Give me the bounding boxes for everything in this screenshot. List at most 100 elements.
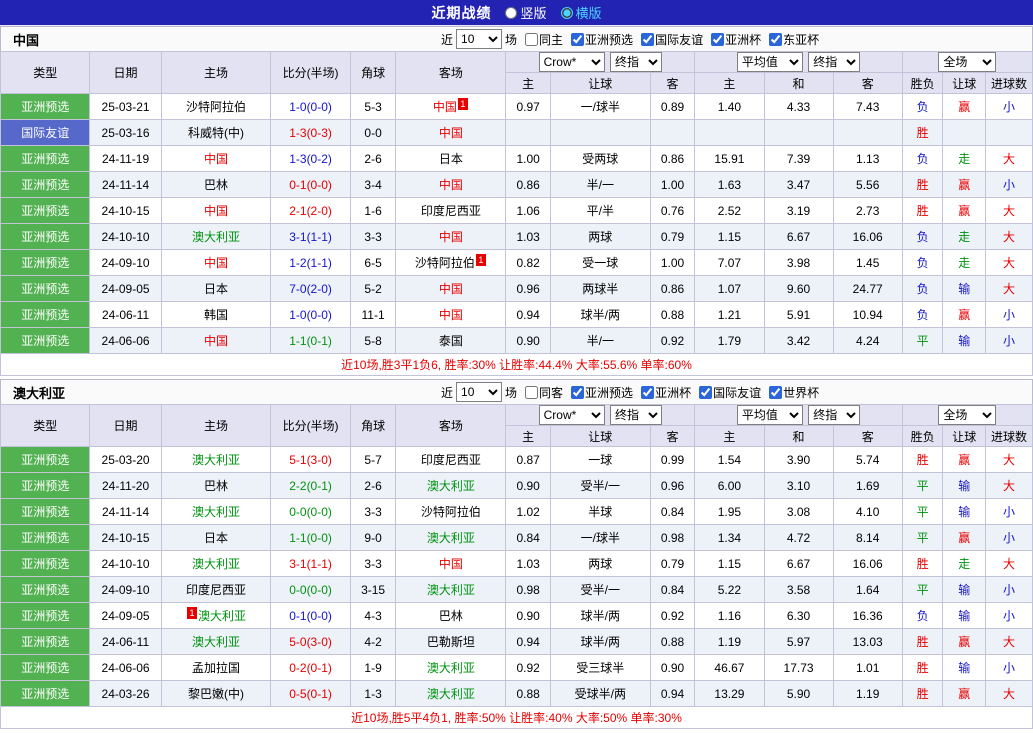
- score-cell: 1-0(0-0): [270, 301, 351, 328]
- team-name: 澳大利亚: [192, 635, 241, 649]
- same-venue-option[interactable]: 同主: [525, 31, 563, 48]
- layout-option-vertical[interactable]: 竖版: [505, 3, 547, 22]
- team-name: 科威特(中): [188, 126, 245, 140]
- avg-home-cell: 1.15: [694, 223, 765, 250]
- avg-type-select[interactable]: 终指: [808, 52, 861, 72]
- league-checkbox[interactable]: [571, 32, 585, 46]
- result-cell: 负: [901, 93, 944, 120]
- match-row: 亚洲预选 24-03-26 黎巴嫩(中) 0-5(0-1) 1-3 澳大利亚 0.88 受球半…: [0, 680, 1033, 707]
- league-checkbox[interactable]: [641, 32, 655, 46]
- same-venue-option[interactable]: 同客: [525, 384, 563, 401]
- avg-home-cell: 1.21: [694, 301, 765, 328]
- layout-radio-vertical[interactable]: [505, 6, 518, 19]
- odds-away-cell: 0.79: [649, 223, 696, 250]
- bookmaker-select[interactable]: Crow*: [538, 405, 605, 425]
- avg-home-cell: 7.07: [694, 249, 765, 276]
- odds-home-cell: 1.06: [505, 197, 551, 224]
- layout-option-vertical-label: 竖版: [520, 6, 547, 21]
- corner-cell: 1-6: [349, 197, 397, 224]
- odds-home-cell: 1.00: [505, 145, 551, 172]
- recent-count-select[interactable]: 10: [456, 382, 503, 402]
- section-header: 澳大利亚 近 10 场 同客 亚洲预选 亚洲杯 国际友谊 世界杯: [0, 379, 1033, 404]
- league-checkbox[interactable]: [641, 385, 655, 399]
- odds-type-select[interactable]: 终指: [609, 405, 662, 425]
- team-name: 澳大利亚: [192, 230, 241, 244]
- sub-header-handicap: 让球: [550, 425, 651, 447]
- results-body: 亚洲预选 25-03-21 沙特阿拉伯 1-0(0-0) 5-3 中国 1 0.97 一/球半 0…: [0, 93, 1033, 354]
- result-cell: 平: [901, 498, 944, 525]
- sub-header-avg-away: 客: [832, 72, 903, 94]
- avg-draw-cell: 17.73: [763, 654, 834, 681]
- avg-away-cell: 2.73: [832, 197, 903, 224]
- odds-home-cell: 1.03: [505, 223, 551, 250]
- team-name-label: 澳大利亚: [13, 385, 66, 401]
- layout-radio-horizontal[interactable]: [560, 6, 573, 19]
- league-option[interactable]: 国际友谊: [699, 384, 761, 401]
- avg-away-cell: 16.06: [832, 550, 903, 577]
- games-label: 场: [505, 385, 518, 400]
- match-type-cell: 亚洲预选: [0, 524, 91, 551]
- sub-header-avg-home: 主: [694, 425, 765, 447]
- date-cell: 24-10-15: [89, 197, 162, 224]
- score-cell: 0-5(0-1): [270, 680, 351, 707]
- odds-away-cell: [649, 119, 696, 146]
- match-row: 亚洲预选 24-06-11 澳大利亚 5-0(3-0) 4-2 巴勒斯坦 0.94 球半/两 0…: [0, 628, 1033, 655]
- corner-cell: 9-0: [349, 524, 397, 551]
- league-option[interactable]: 国际友谊: [641, 31, 703, 48]
- league-checkbox[interactable]: [699, 385, 713, 399]
- team-name: 澳大利亚: [198, 609, 247, 623]
- team-name: 澳大利亚: [426, 661, 475, 675]
- layout-option-horizontal[interactable]: 横版: [560, 3, 602, 22]
- corner-cell: 3-15: [349, 576, 397, 603]
- avg-away-cell: 5.56: [832, 171, 903, 198]
- home-team-cell: 1 澳大利亚: [160, 602, 272, 629]
- avg-away-cell: 1.19: [832, 680, 903, 707]
- same-venue-checkbox[interactable]: [525, 385, 539, 399]
- avg-home-cell: 1.16: [694, 602, 765, 629]
- scope-select[interactable]: 全场: [938, 52, 997, 72]
- average-select[interactable]: 平均值: [736, 52, 803, 72]
- league-option[interactable]: 东亚杯: [769, 31, 819, 48]
- goals-result-cell: 小: [985, 654, 1033, 681]
- col-header-date: 日期: [89, 51, 162, 94]
- league-option[interactable]: 亚洲杯: [641, 384, 691, 401]
- home-team-cell: 澳大利亚: [160, 498, 272, 525]
- odds-away-cell: 0.96: [649, 472, 696, 499]
- league-checkbox[interactable]: [571, 385, 585, 399]
- league-checkbox[interactable]: [711, 32, 725, 46]
- team-name: 韩国: [204, 308, 229, 322]
- col-header-away: 客场: [395, 51, 507, 94]
- corner-cell: 2-6: [349, 145, 397, 172]
- recent-count-select[interactable]: 10: [456, 29, 503, 49]
- team-name: 中国: [438, 308, 463, 322]
- league-option[interactable]: 亚洲杯: [711, 31, 761, 48]
- league-option[interactable]: 亚洲预选: [571, 384, 633, 401]
- near-label: 近: [441, 385, 454, 400]
- handicap-result-cell: 赢: [942, 93, 987, 120]
- away-team-cell: 澳大利亚: [395, 576, 507, 603]
- date-cell: 24-06-06: [89, 327, 162, 354]
- league-option[interactable]: 世界杯: [769, 384, 819, 401]
- same-venue-checkbox[interactable]: [525, 32, 539, 46]
- layout-option-horizontal-label: 横版: [575, 6, 602, 21]
- average-select[interactable]: 平均值: [736, 405, 803, 425]
- league-checkbox[interactable]: [769, 32, 783, 46]
- odds-home-cell: 0.90: [505, 327, 551, 354]
- home-team-cell: 澳大利亚: [160, 628, 272, 655]
- team-name-label: 中国: [13, 32, 40, 48]
- league-option[interactable]: 亚洲预选: [571, 31, 633, 48]
- bookmaker-select[interactable]: Crow*: [538, 52, 605, 72]
- handicap-result-cell: 赢: [942, 301, 987, 328]
- avg-type-select[interactable]: 终指: [808, 405, 861, 425]
- avg-away-cell: 16.36: [832, 602, 903, 629]
- corner-cell: 0-0: [349, 119, 397, 146]
- team-name: 中国: [438, 178, 463, 192]
- result-cell: 胜: [901, 119, 944, 146]
- filter-controls: 近 10 场 同客 亚洲预选 亚洲杯 国际友谊 世界杯: [441, 382, 819, 402]
- goals-result-cell: 大: [985, 550, 1033, 577]
- home-team-cell: 澳大利亚: [160, 550, 272, 577]
- scope-select[interactable]: 全场: [938, 405, 997, 425]
- odds-home-cell: 0.86: [505, 171, 551, 198]
- league-checkbox[interactable]: [769, 385, 783, 399]
- odds-type-select[interactable]: 终指: [609, 52, 662, 72]
